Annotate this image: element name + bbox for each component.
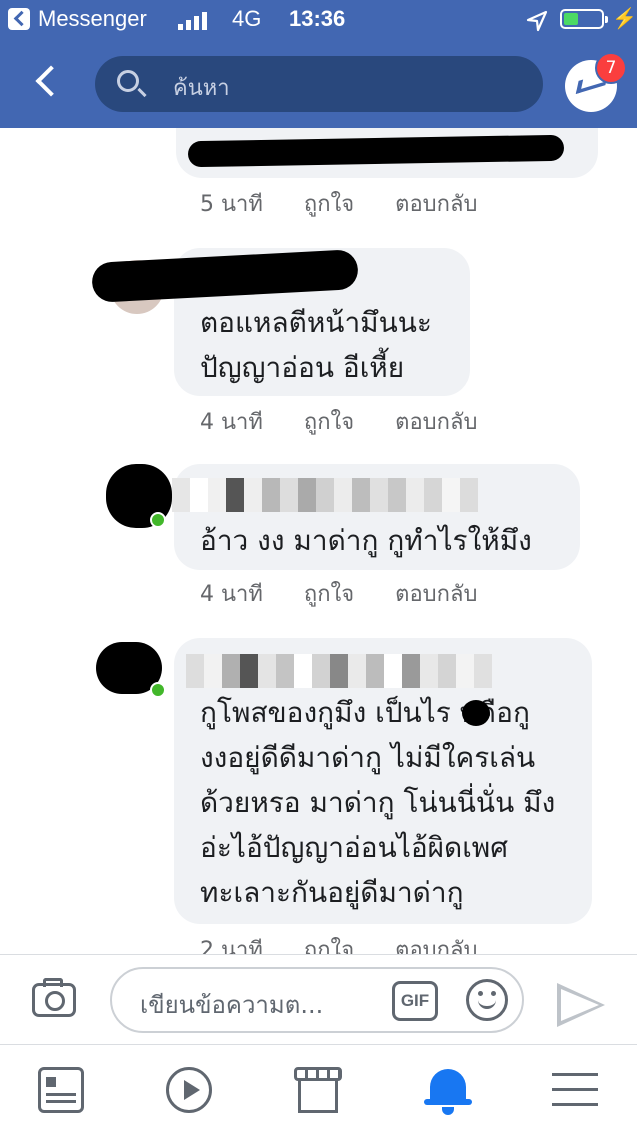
back-to-app-icon[interactable]	[8, 8, 30, 30]
comment-time: 5 นาที	[200, 192, 263, 217]
camera-icon[interactable]	[32, 978, 76, 1017]
comment-time: 4 นาที	[200, 410, 263, 435]
search-icon	[117, 70, 139, 92]
search-bar[interactable]: ค้นหา	[95, 56, 543, 112]
location-arrow-icon	[526, 10, 548, 32]
comment-input[interactable]: เขียนข้อความต... GIF	[110, 967, 524, 1033]
send-icon[interactable]	[557, 983, 605, 1027]
like-link[interactable]: ถูกใจ	[304, 582, 354, 607]
comment-line: ทะเลาะกันอยู่ดีมาด่ากู	[200, 876, 464, 909]
comment-text: กูโพสของกูมึง เป็นไร บคือกู งงอยู่ดีดีมา…	[200, 690, 555, 915]
back-arrow-icon[interactable]	[30, 60, 70, 104]
news-feed-tab[interactable]	[38, 1067, 88, 1117]
comment-meta: 4 นาที ถูกใจ ตอบกลับ	[200, 576, 511, 611]
marketplace-tab[interactable]	[294, 1067, 344, 1117]
menu-tab[interactable]	[552, 1067, 602, 1117]
reply-link[interactable]: ตอบกลับ	[395, 582, 477, 607]
comment-line: งงอยู่ดีดีมาด่ากู ไม่มีใครเล่น	[200, 741, 536, 774]
bottom-tab-bar	[0, 1044, 637, 1134]
like-link[interactable]: ถูกใจ	[304, 192, 354, 217]
messenger-unread-badge: 7	[595, 52, 627, 84]
comment-line: อ่ะไอ้ปัญญาอ่อนไอ้ผิดเพศ	[200, 831, 509, 864]
pixelated-name	[172, 478, 478, 512]
reply-link[interactable]: ตอบกลับ	[395, 192, 477, 217]
comment-thread: 5 นาที ถูกใจ ตอบกลับ ตอแหลตีหน้ามึนนะ ปั…	[0, 128, 637, 954]
back-to-app-label[interactable]: Messenger	[38, 6, 147, 32]
clock: 13:36	[289, 6, 346, 31]
online-status-dot	[150, 512, 166, 528]
like-link[interactable]: ถูกใจ	[304, 410, 354, 435]
comment-meta: 4 นาที ถูกใจ ตอบกลับ	[200, 404, 511, 439]
charging-bolt-icon: ⚡	[612, 8, 637, 30]
top-navigation-bar: ค้นหา 7	[0, 40, 637, 128]
comment-line: กูโพสของกูมึง เป็นไร บคือกู	[200, 696, 530, 729]
marketplace-icon	[294, 1067, 342, 1113]
gif-button[interactable]: GIF	[392, 981, 438, 1021]
like-link[interactable]: ถูกใจ	[304, 938, 354, 954]
notifications-tab[interactable]	[424, 1067, 476, 1117]
messenger-icon[interactable]: 7	[565, 52, 627, 112]
redaction-scribble	[462, 700, 490, 726]
comment-line: อ้าว งง มาด่ากู กูทำไรให้มึง	[200, 524, 532, 557]
comment-time: 4 นาที	[200, 582, 263, 607]
comment-time: 2 นาที	[200, 938, 263, 954]
comment-text: อ้าว งง มาด่ากู กูทำไรให้มึง	[200, 518, 532, 563]
comment-composer: เขียนข้อความต... GIF	[0, 954, 637, 1045]
hamburger-menu-icon	[552, 1073, 598, 1076]
comment-line: ด้วยหรอ มาด่ากู โน่นนี่นั่น มึง	[200, 786, 556, 819]
comment-line: ตอแหลตีหน้ามึนนะ	[200, 306, 432, 339]
comment-line: ปัญญาอ่อน อีเหี้ย	[200, 351, 405, 384]
status-bar: Messenger 4G 13:36 ⚡	[0, 0, 637, 40]
comment-meta: 5 นาที ถูกใจ ตอบกลับ	[200, 186, 511, 221]
watch-tab[interactable]	[166, 1067, 216, 1117]
search-placeholder: ค้นหา	[173, 76, 230, 101]
news-feed-icon	[38, 1067, 84, 1113]
network-type: 4G	[232, 6, 262, 31]
emoji-icon[interactable]	[466, 979, 508, 1021]
pixelated-name	[186, 654, 492, 688]
reply-link[interactable]: ตอบกลับ	[395, 410, 477, 435]
comment-meta: 2 นาที ถูกใจ ตอบกลับ	[200, 932, 511, 954]
battery-icon	[560, 9, 608, 29]
online-status-dot	[150, 682, 166, 698]
comment-input-placeholder: เขียนข้อความต...	[140, 991, 324, 1019]
play-icon	[166, 1067, 212, 1113]
comment-text: ตอแหลตีหน้ามึนนะ ปัญญาอ่อน อีเหี้ย	[200, 300, 432, 390]
reply-link[interactable]: ตอบกลับ	[395, 938, 477, 954]
signal-strength-icon	[178, 10, 207, 30]
